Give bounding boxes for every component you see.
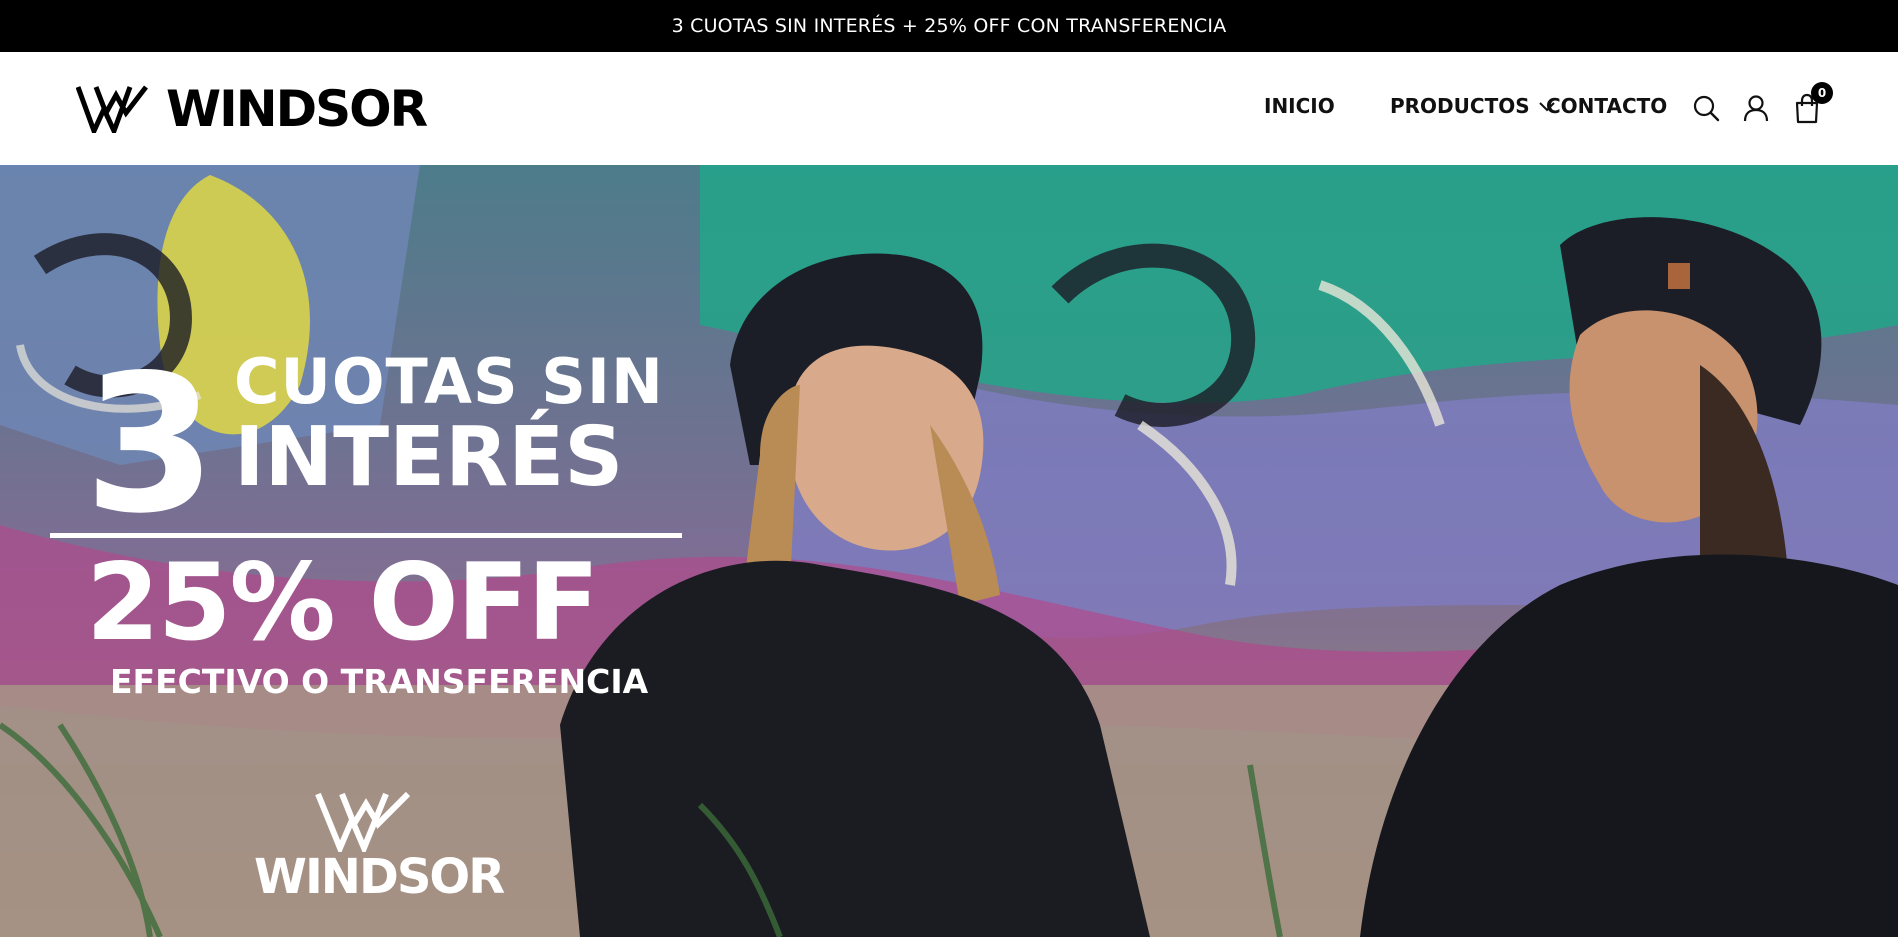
hero-discount-line: 25% OFF — [86, 541, 600, 664]
hero-number: 3 — [84, 334, 216, 555]
site-logo[interactable]: WINDSOR — [76, 80, 428, 138]
hero-cuotas-line: CUOTAS SIN — [234, 345, 664, 418]
hero-banner[interactable]: 3 CUOTAS SIN INTERÉS 25% OFF EFECTIVO O … — [0, 165, 1898, 937]
search-icon[interactable] — [1690, 92, 1722, 124]
windsor-logo-mark-white — [315, 791, 411, 856]
nav-productos-label: PRODUCTOS — [1390, 94, 1530, 118]
nav-productos[interactable]: PRODUCTOS — [1390, 94, 1556, 118]
promo-text: 3 CUOTAS SIN INTERÉS + 25% OFF CON TRANS… — [671, 15, 1227, 37]
site-header: WINDSOR INICIO PRODUCTOS CONTACTO 0 — [0, 52, 1898, 165]
windsor-logo-mark — [76, 85, 148, 133]
nav-inicio[interactable]: INICIO — [1264, 94, 1335, 118]
nav-contacto[interactable]: CONTACTO — [1546, 94, 1667, 118]
hero-logo-text: WINDSOR — [254, 849, 505, 905]
cart-count-badge: 0 — [1811, 82, 1833, 104]
promo-bar: 3 CUOTAS SIN INTERÉS + 25% OFF CON TRANS… — [0, 0, 1898, 52]
hero-payment-line: EFECTIVO O TRANSFERENCIA — [110, 662, 649, 701]
shopping-bag-icon[interactable]: 0 — [1791, 82, 1833, 124]
hero-promo-text: 3 CUOTAS SIN INTERÉS 25% OFF EFECTIVO O … — [0, 165, 1898, 937]
hero-interes-line: INTERÉS — [234, 410, 624, 505]
hero-logo: WINDSOR — [254, 790, 505, 905]
logo-text: WINDSOR — [166, 80, 428, 138]
hero-divider — [50, 533, 682, 538]
user-icon[interactable] — [1740, 92, 1772, 124]
